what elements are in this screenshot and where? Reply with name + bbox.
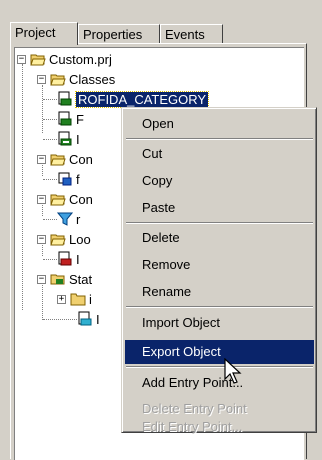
tree-node-filter[interactable]: r (56, 209, 81, 229)
tree-line (43, 259, 57, 260)
tree-node-label: r (76, 211, 81, 227)
tree-line (43, 99, 57, 100)
tree-line (42, 85, 43, 133)
menu-item-paste[interactable]: Paste (125, 196, 314, 220)
tree-node-label: Con (69, 191, 93, 207)
tree-node-static-folder[interactable]: + i (57, 289, 92, 309)
collapse-toggle[interactable]: − (17, 54, 26, 64)
menu-item-open[interactable]: Open (125, 112, 314, 136)
menu-separator (126, 306, 313, 308)
tab-events[interactable]: Events (160, 24, 223, 44)
lookup-icon (57, 251, 73, 267)
menu-item-delete[interactable]: Delete (125, 226, 314, 250)
collapse-toggle[interactable]: − (37, 154, 46, 164)
menu-item-label: Edit Entry Point... (142, 419, 243, 434)
tree-node-label: Custom.prj (49, 51, 112, 67)
tree-node-lookup[interactable]: I (57, 249, 80, 269)
tree-node-label: Con (69, 151, 93, 167)
tree-node-class[interactable]: I (57, 129, 80, 149)
menu-item-remove[interactable]: Remove (125, 253, 314, 277)
tree-node-label-selected: ROFIDA_CATEGORY (74, 90, 210, 108)
tree-node-label: F (76, 111, 84, 127)
folder-open-icon (50, 231, 66, 247)
tree-node-label: Classes (69, 71, 116, 87)
project-panel: Project Properties Events − Custom.prj −… (0, 0, 322, 460)
collapse-toggle[interactable]: − (37, 194, 46, 204)
tree-line (43, 119, 57, 120)
menu-item-edit-entry-point: Edit Entry Point... (125, 420, 314, 433)
database-connection-icon (57, 171, 73, 187)
tree-line (43, 139, 57, 140)
expand-toggle[interactable]: + (57, 294, 66, 304)
tree-node-static[interactable]: − Stat (37, 269, 92, 289)
tree-node-label: I (76, 131, 80, 147)
menu-separator (126, 222, 313, 224)
tree-node-class[interactable]: F (57, 109, 84, 129)
folder-green-icon (50, 271, 66, 287)
context-menu: Open Cut Copy Paste Delete Remove Rename… (121, 107, 317, 433)
folder-open-icon (50, 151, 66, 167)
folder-open-icon (50, 71, 66, 87)
collapse-toggle[interactable]: − (37, 74, 46, 84)
menu-separator (126, 366, 313, 368)
tree-node-connections[interactable]: − Con (37, 189, 93, 209)
menu-separator (126, 138, 313, 140)
tree-node-lookups[interactable]: − Loo (37, 229, 91, 249)
tree-node-root[interactable]: − Custom.prj (17, 49, 112, 69)
tree-node-label: i (89, 291, 92, 307)
menu-item-export-object[interactable]: Export Object (125, 340, 314, 364)
menu-item-import-object[interactable]: Import Object (125, 311, 314, 335)
tab-properties[interactable]: Properties (78, 24, 160, 44)
folder-open-icon (50, 191, 66, 207)
folder-open-icon (30, 51, 46, 67)
tree-node-label: I (96, 311, 100, 327)
tree-node-class[interactable]: ROFIDA_CATEGORY (57, 89, 210, 109)
tree-node-connections[interactable]: − Con (37, 149, 93, 169)
filter-icon (56, 211, 74, 227)
menu-item-delete-entry-point: Delete Entry Point (142, 401, 247, 416)
tree-node-classes[interactable]: − Classes (37, 69, 115, 89)
collapse-toggle[interactable]: − (37, 234, 46, 244)
tree-line (43, 179, 57, 180)
class-icon (57, 91, 73, 107)
page-icon (77, 311, 93, 327)
tree-node-static-item[interactable]: I (77, 309, 100, 329)
tab-project[interactable]: Project (10, 22, 78, 45)
class-icon (57, 111, 73, 127)
tree-line (22, 64, 23, 310)
collapse-toggle[interactable]: − (37, 274, 46, 284)
menu-item-cut[interactable]: Cut (125, 142, 314, 166)
tree-node-label: I (76, 251, 80, 267)
menu-item-copy[interactable]: Copy (125, 169, 314, 193)
tree-node-label: Loo (69, 231, 91, 247)
folder-icon (70, 291, 86, 307)
tree-node-connection[interactable]: f (57, 169, 80, 189)
tree-line (43, 219, 57, 220)
mouse-pointer-icon (224, 357, 246, 386)
tree-node-label: f (76, 171, 80, 187)
menu-item-add-entry-point[interactable]: Add Entry Point... (125, 371, 314, 395)
interface-icon (57, 131, 73, 147)
menu-item-rename[interactable]: Rename (125, 280, 314, 304)
tree-node-label: Stat (69, 271, 93, 287)
tree-line (43, 319, 77, 320)
